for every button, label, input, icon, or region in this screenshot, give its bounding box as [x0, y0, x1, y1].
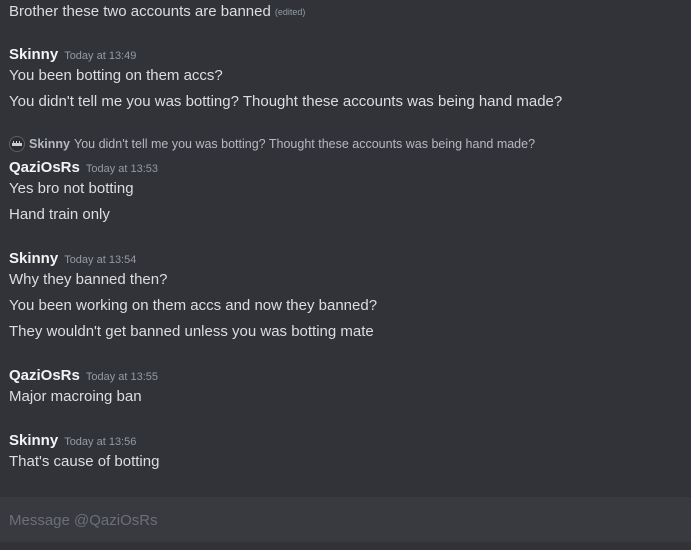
reply-reference[interactable]: Skinny You didn't tell me you was bottin…: [9, 135, 535, 153]
message-timestamp: Today at 13:56: [64, 436, 137, 448]
message-text: Hand train only: [9, 206, 110, 223]
message-timestamp: Today at 13:49: [64, 50, 137, 62]
edited-label: (edited): [274, 7, 306, 17]
message-content: Brother these two accounts are banned: [9, 3, 271, 20]
message-input[interactable]: [9, 509, 679, 531]
message-header: QaziOsRs Today at 13:55: [9, 366, 158, 387]
message-text: You didn't tell me you was botting? Thou…: [9, 93, 563, 110]
author-name[interactable]: QaziOsRs: [9, 367, 80, 384]
message-composer: [0, 497, 691, 542]
reply-author-name[interactable]: Skinny: [29, 137, 70, 151]
author-name[interactable]: Skinny: [9, 46, 58, 63]
author-name[interactable]: Skinny: [9, 432, 58, 449]
message-timestamp: Today at 13:54: [64, 254, 137, 266]
message-text: Brother these two accounts are banned (ed…: [9, 2, 305, 22]
message-text: You been working on them accs and now th…: [9, 297, 378, 314]
message-timestamp: Today at 13:55: [85, 371, 159, 383]
message-text: Yes bro not botting: [9, 180, 134, 197]
message-header: Skinny Today at 13:54: [9, 249, 136, 270]
message-text: That's cause of botting: [9, 453, 160, 470]
reply-preview-text[interactable]: You didn't tell me you was botting? Thou…: [74, 137, 535, 151]
message-text: Why they banned then?: [9, 271, 168, 288]
author-name[interactable]: QaziOsRs: [9, 159, 80, 176]
message-text: You been botting on them accs?: [9, 67, 223, 84]
message-timestamp: Today at 13:53: [85, 163, 159, 175]
message-text: They wouldn't get banned unless you was …: [9, 323, 374, 340]
chat-messages-area: Brother these two accounts are banned (ed…: [0, 0, 691, 550]
avatar-icon: [9, 136, 25, 152]
message-header: Skinny Today at 13:49: [9, 45, 136, 66]
author-name[interactable]: Skinny: [9, 250, 58, 267]
message-header: Skinny Today at 13:56: [9, 431, 136, 452]
message-header: QaziOsRs Today at 13:53: [9, 158, 158, 179]
message-text: Major macroing ban: [9, 388, 142, 405]
